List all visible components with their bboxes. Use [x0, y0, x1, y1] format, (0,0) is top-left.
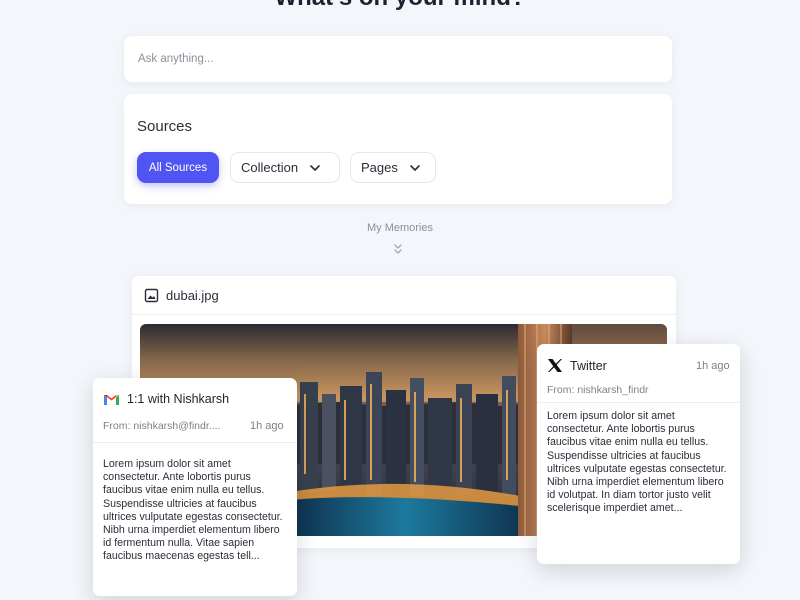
gmail-icon [104, 394, 119, 405]
my-memories-label: My Memories [366, 222, 433, 234]
image-card-header: dubai.jpg [144, 288, 219, 303]
pages-dropdown[interactable]: Pages [350, 152, 436, 183]
image-file-name: dubai.jpg [166, 288, 219, 303]
gmail-memory-card[interactable]: 1:1 with Nishkarsh From: nishkarsh@findr… [93, 378, 297, 596]
gmail-card-header: 1:1 with Nishkarsh [103, 392, 229, 406]
memory-search-page: What's on your mind? Sources All Sources… [0, 0, 800, 600]
gmail-card-title: 1:1 with Nishkarsh [127, 392, 230, 406]
search-input[interactable] [138, 53, 658, 65]
gmail-card-sender: From: nishkarsh@findr.... [103, 420, 221, 432]
twitter-card-body: Lorem ipsum dolor sit amet consectetur. … [547, 410, 727, 515]
twitter-card-divider [537, 402, 740, 403]
gmail-card-body: Lorem ipsum dolor sit amet consectetur. … [103, 458, 283, 563]
collection-dropdown[interactable]: Collection [230, 152, 340, 183]
sources-title: Sources [137, 118, 193, 135]
twitter-card-header: Twitter [547, 358, 607, 373]
image-icon [144, 288, 159, 303]
twitter-card-time: 1h ago [696, 360, 730, 372]
chevron-down-icon [410, 164, 420, 171]
x-logo-icon [548, 359, 562, 372]
chevron-down-icon [310, 164, 320, 171]
all-sources-label: All Sources [148, 161, 208, 174]
sources-panel: Sources All Sources Collection Pages [124, 94, 672, 204]
twitter-card-title: Twitter [570, 358, 607, 373]
twitter-memory-card[interactable]: Twitter 1h ago From: nishkarsh_findr Lor… [537, 344, 740, 564]
collection-label: Collection [241, 160, 299, 175]
pages-label: Pages [361, 160, 398, 175]
image-card-divider [132, 314, 676, 315]
double-chevron-down-icon[interactable] [392, 242, 404, 256]
gmail-card-divider [93, 442, 297, 443]
page-headline: What's on your mind? [0, 0, 800, 12]
twitter-card-sender: From: nishkarsh_findr [547, 384, 649, 396]
search-box[interactable] [124, 36, 672, 82]
gmail-card-time: 1h ago [250, 420, 284, 432]
all-sources-chip[interactable]: All Sources [137, 152, 219, 183]
